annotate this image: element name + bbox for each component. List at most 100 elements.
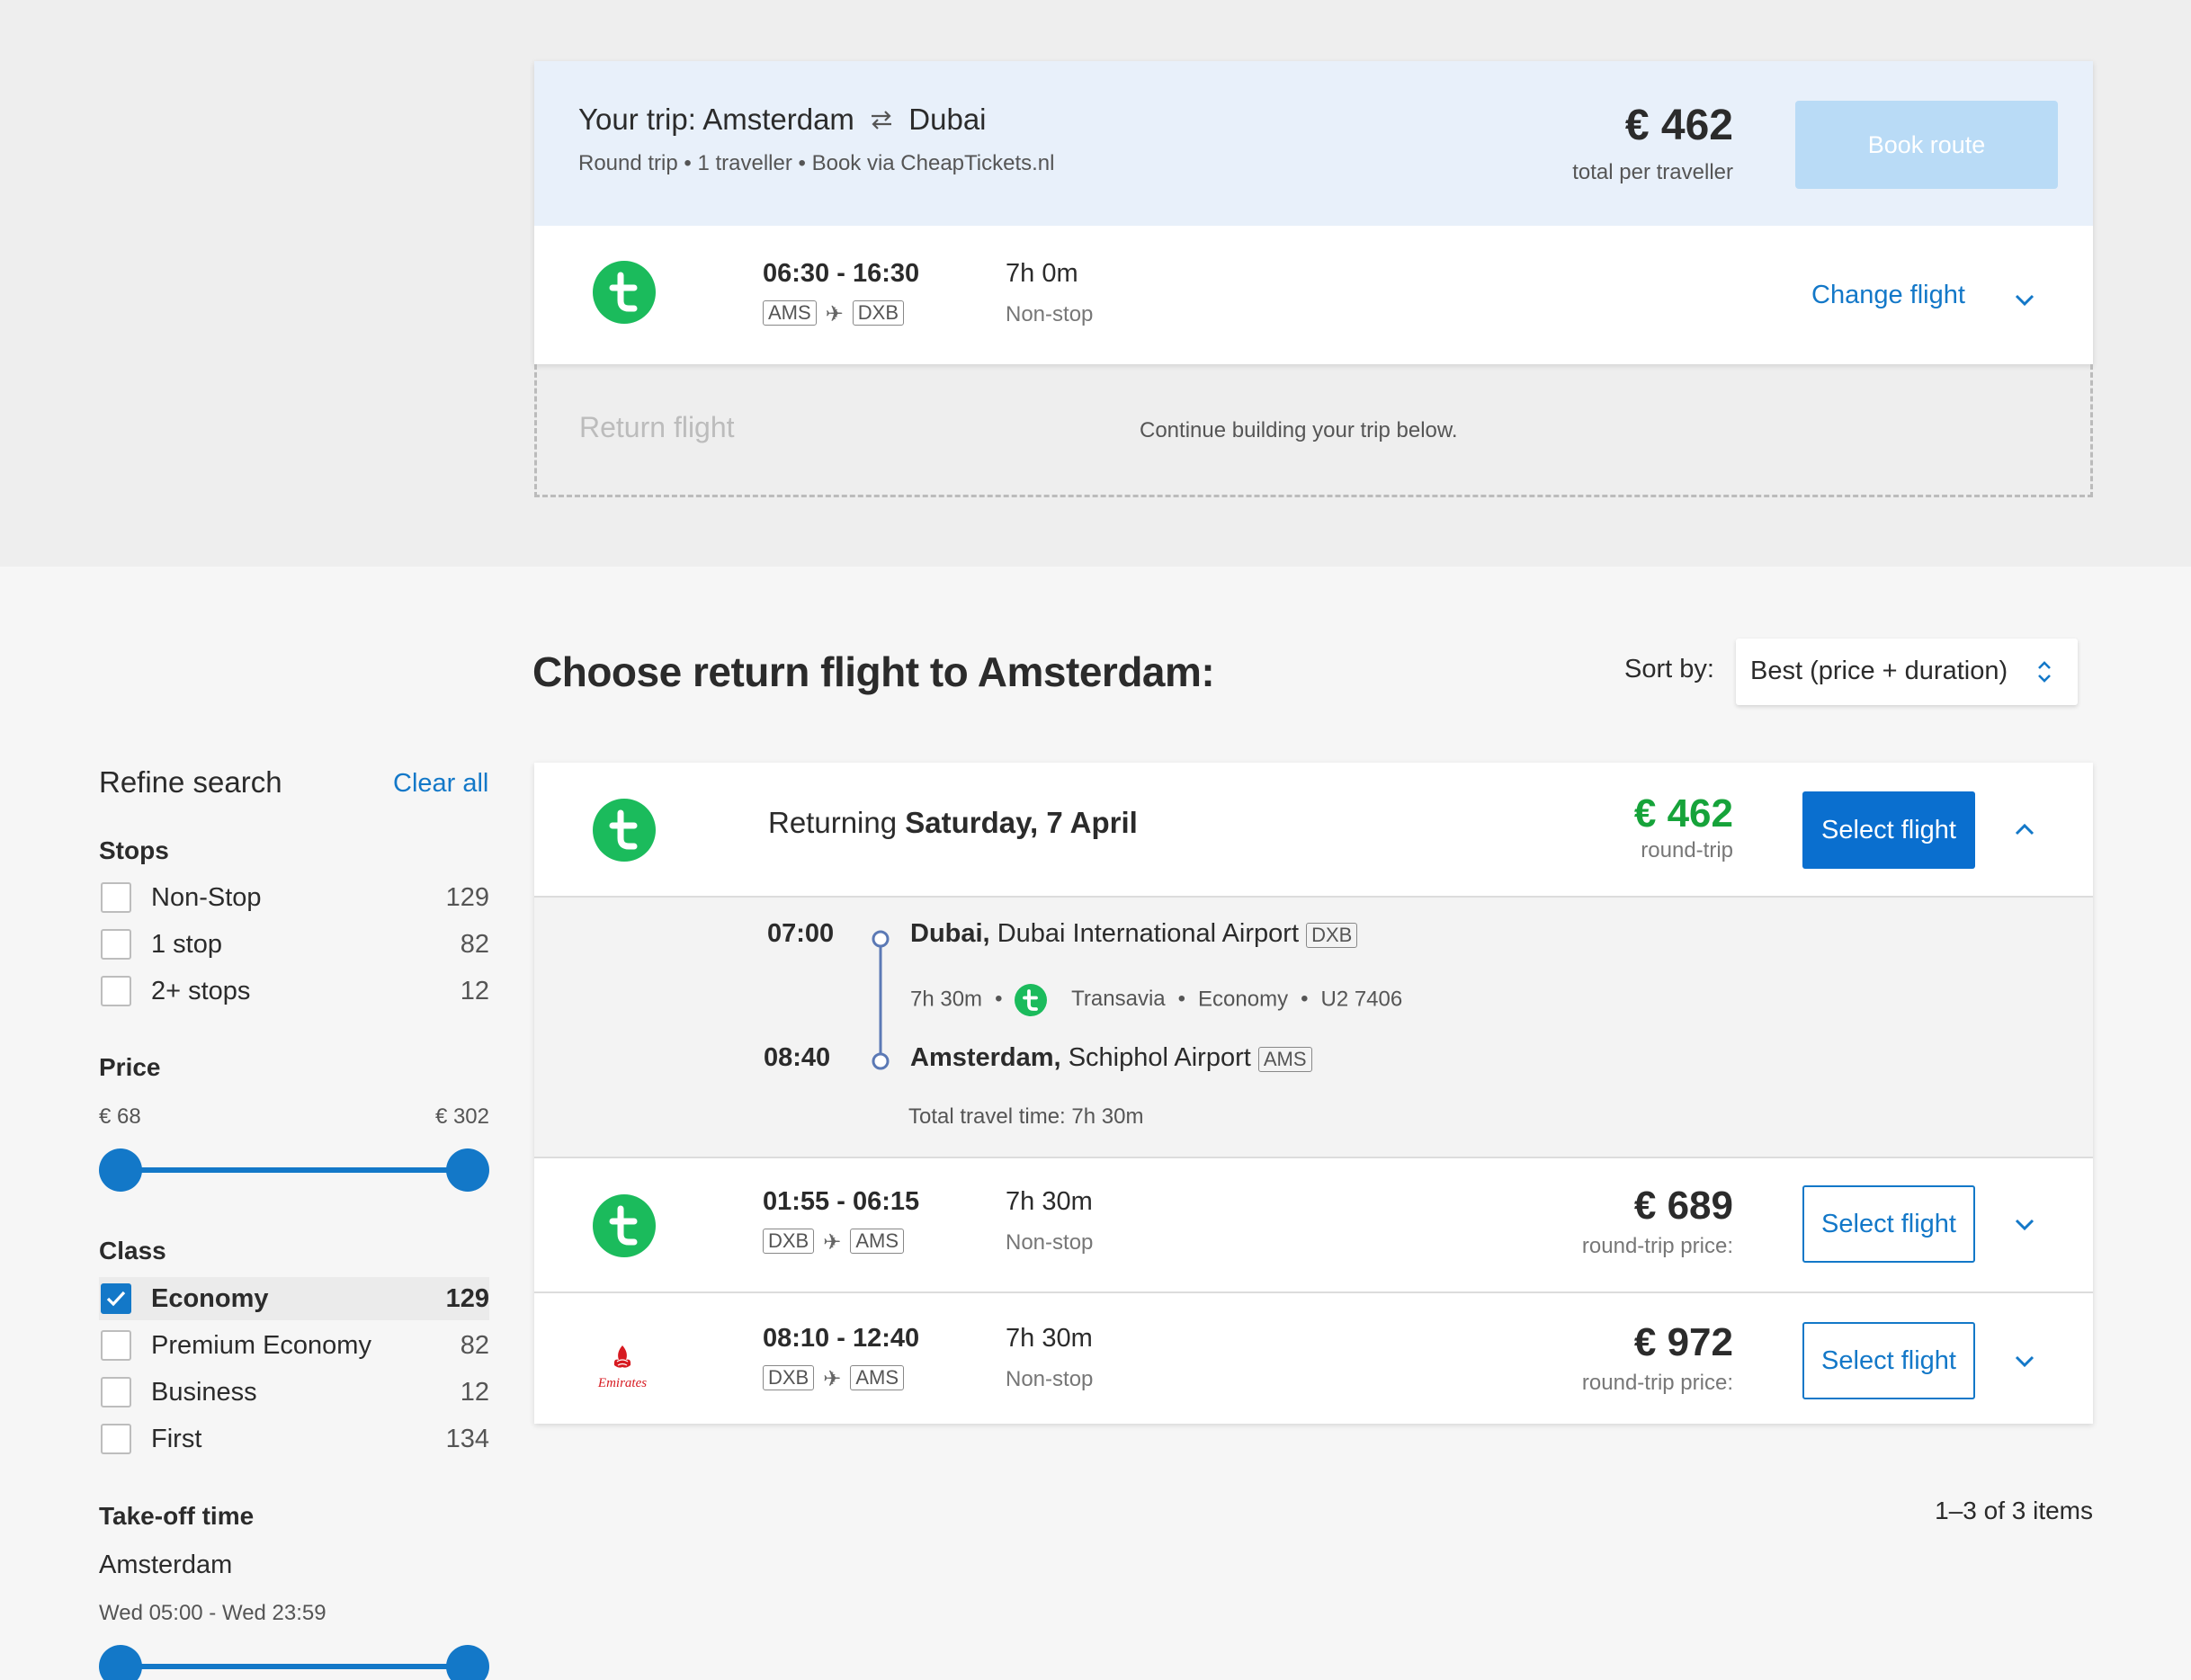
destination-code: DXB bbox=[852, 300, 905, 326]
takeoff-slider-min-handle[interactable] bbox=[99, 1645, 142, 1680]
flight-stops: Non-stop bbox=[1006, 1230, 1094, 1255]
departure-code: DXB bbox=[1306, 923, 1358, 948]
takeoff-range: Wed 05:00 - Wed 23:59 bbox=[99, 1601, 326, 1625]
departure-airport: Dubai, Dubai International Airport DXB bbox=[910, 919, 1358, 949]
arrival-airport: Amsterdam, Schiphol Airport AMS bbox=[910, 1043, 1312, 1073]
class-option-first[interactable]: First 134 bbox=[99, 1417, 489, 1461]
refine-search-title: Refine search bbox=[99, 765, 282, 799]
outbound-duration: 7h 0m bbox=[1006, 259, 1078, 288]
select-flight-button[interactable]: Select flight bbox=[1802, 1185, 1975, 1263]
plane-icon: ✈ bbox=[823, 1229, 842, 1255]
checkbox[interactable] bbox=[101, 1424, 131, 1454]
trip-title: Your trip: Amsterdam Dubai bbox=[578, 103, 987, 139]
class-option-business[interactable]: Business 12 bbox=[99, 1371, 489, 1414]
return-flight-placeholder: Return flight Continue building your tri… bbox=[534, 364, 2093, 497]
flight-duration: 7h 30m bbox=[1006, 1324, 1093, 1353]
price-slider-track[interactable] bbox=[121, 1167, 468, 1173]
trip-price-label: total per traveller bbox=[1572, 160, 1733, 184]
trip-total-price: € 462 bbox=[1624, 102, 1733, 149]
change-flight-link[interactable]: Change flight bbox=[1811, 281, 1965, 310]
sort-select[interactable]: Best (price + duration) bbox=[1736, 639, 2078, 705]
page-title: Choose return flight to Amsterdam: bbox=[532, 648, 1215, 695]
takeoff-slider-max-handle[interactable] bbox=[446, 1645, 489, 1680]
stops-option-2-plus[interactable]: 2+ stops 12 bbox=[99, 970, 489, 1013]
flight-price: € 972 bbox=[1633, 1320, 1733, 1364]
checkmark-icon bbox=[106, 1291, 126, 1307]
arrival-code: AMS bbox=[1257, 1047, 1312, 1072]
departure-time: 07:00 bbox=[767, 919, 835, 948]
takeoff-city: Amsterdam bbox=[99, 1550, 233, 1579]
flight-route: DXB ✈ AMS bbox=[763, 1365, 905, 1392]
select-flight-button[interactable]: Select flight bbox=[1802, 791, 1975, 869]
price-slider-min-handle[interactable] bbox=[99, 1148, 142, 1192]
emirates-logo-icon: Emirates bbox=[586, 1340, 662, 1394]
chevron-up-icon[interactable] bbox=[2011, 817, 2038, 844]
plane-icon: ✈ bbox=[823, 1366, 842, 1391]
trip-origin: Amsterdam bbox=[702, 103, 854, 136]
pagination-summary: 1–3 of 3 items bbox=[1935, 1497, 2093, 1524]
outbound-route: AMS ✈ DXB bbox=[763, 300, 905, 327]
sort-selected-value: Best (price + duration) bbox=[1750, 657, 2008, 685]
plane-icon: ✈ bbox=[825, 301, 844, 326]
returning-date: Returning Saturday, 7 April bbox=[768, 806, 1138, 839]
selected-price-label: round-trip bbox=[1641, 838, 1733, 862]
flight-times: 01:55 - 06:15 bbox=[763, 1187, 920, 1216]
flight-route: DXB ✈ AMS bbox=[763, 1229, 905, 1256]
timeline-icon bbox=[872, 930, 890, 1070]
chevron-down-icon[interactable] bbox=[2011, 286, 2038, 313]
outbound-times: 06:30 - 16:30 bbox=[763, 259, 920, 288]
selected-price: € 462 bbox=[1633, 791, 1733, 836]
price-slider-max-handle[interactable] bbox=[446, 1148, 489, 1192]
chevron-down-icon[interactable] bbox=[2011, 1211, 2038, 1238]
trip-summary-card: Your trip: Amsterdam Dubai Round trip • … bbox=[534, 61, 2093, 364]
flight-result-row[interactable]: 01:55 - 06:15 DXB ✈ AMS 7h 30m Non-stop € … bbox=[534, 1158, 2093, 1293]
price-min-label: € 68 bbox=[99, 1104, 141, 1129]
transavia-logo-icon bbox=[593, 799, 656, 862]
clear-all-link[interactable]: Clear all bbox=[393, 769, 488, 799]
return-flight-hint: Continue building your trip below. bbox=[1140, 418, 1458, 442]
flight-times: 08:10 - 12:40 bbox=[763, 1324, 920, 1353]
trip-subtitle: Round trip • 1 traveller • Book via Chea… bbox=[578, 151, 1055, 175]
trip-destination: Dubai bbox=[908, 103, 987, 136]
checkbox[interactable] bbox=[101, 976, 131, 1006]
flight-duration: 7h 30m bbox=[1006, 1187, 1093, 1216]
stops-option-nonstop[interactable]: Non-Stop 129 bbox=[99, 876, 489, 919]
segment-info: 7h 30m • Transavia • Economy • U2 7406 bbox=[910, 984, 1402, 1016]
chevron-down-icon[interactable] bbox=[2011, 1347, 2038, 1374]
sort-label: Sort by: bbox=[1624, 655, 1714, 684]
transavia-logo-icon bbox=[593, 1194, 656, 1257]
flight-stops: Non-stop bbox=[1006, 1367, 1094, 1391]
flight-price-label: round-trip price: bbox=[1581, 1234, 1733, 1258]
class-option-economy[interactable]: Economy 129 bbox=[99, 1277, 489, 1320]
flight-details: 07:00 Dubai, Dubai International Airport… bbox=[534, 898, 2093, 1158]
origin-code: AMS bbox=[763, 300, 817, 326]
results-list: Returning Saturday, 7 April € 462 round-… bbox=[534, 763, 2093, 1424]
trip-summary-header: Your trip: Amsterdam Dubai Round trip • … bbox=[534, 61, 2093, 226]
checkbox[interactable] bbox=[101, 1377, 131, 1407]
takeoff-slider-track[interactable] bbox=[121, 1664, 468, 1669]
arrival-time: 08:40 bbox=[764, 1043, 831, 1072]
selected-flight-header[interactable]: Returning Saturday, 7 April € 462 round-… bbox=[534, 763, 2093, 898]
checkbox[interactable] bbox=[101, 929, 131, 960]
class-heading: Class bbox=[99, 1237, 166, 1264]
stops-option-1-stop[interactable]: 1 stop 82 bbox=[99, 923, 489, 966]
swap-arrows-icon bbox=[868, 104, 895, 139]
checkbox[interactable] bbox=[101, 882, 131, 913]
stops-heading: Stops bbox=[99, 836, 169, 864]
return-flight-label: Return flight bbox=[579, 411, 735, 443]
book-route-button[interactable]: Book route bbox=[1795, 101, 2058, 189]
updown-chevron-icon bbox=[2038, 661, 2051, 683]
price-max-label: € 302 bbox=[434, 1104, 489, 1129]
flight-price: € 689 bbox=[1633, 1184, 1733, 1228]
class-option-premium-economy[interactable]: Premium Economy 82 bbox=[99, 1324, 489, 1367]
takeoff-heading: Take-off time bbox=[99, 1502, 255, 1530]
select-flight-button[interactable]: Select flight bbox=[1802, 1322, 1975, 1399]
transavia-logo-icon bbox=[1015, 984, 1048, 1016]
price-heading: Price bbox=[99, 1053, 161, 1081]
transavia-logo-icon bbox=[593, 261, 656, 324]
checkbox-checked[interactable] bbox=[101, 1283, 131, 1314]
checkbox[interactable] bbox=[101, 1330, 131, 1361]
outbound-stops: Non-stop bbox=[1006, 302, 1094, 326]
flight-result-row[interactable]: Emirates 08:10 - 12:40 DXB ✈ AMS 7h 30m No… bbox=[534, 1295, 2093, 1430]
total-travel-time: Total travel time: 7h 30m bbox=[908, 1104, 1144, 1129]
